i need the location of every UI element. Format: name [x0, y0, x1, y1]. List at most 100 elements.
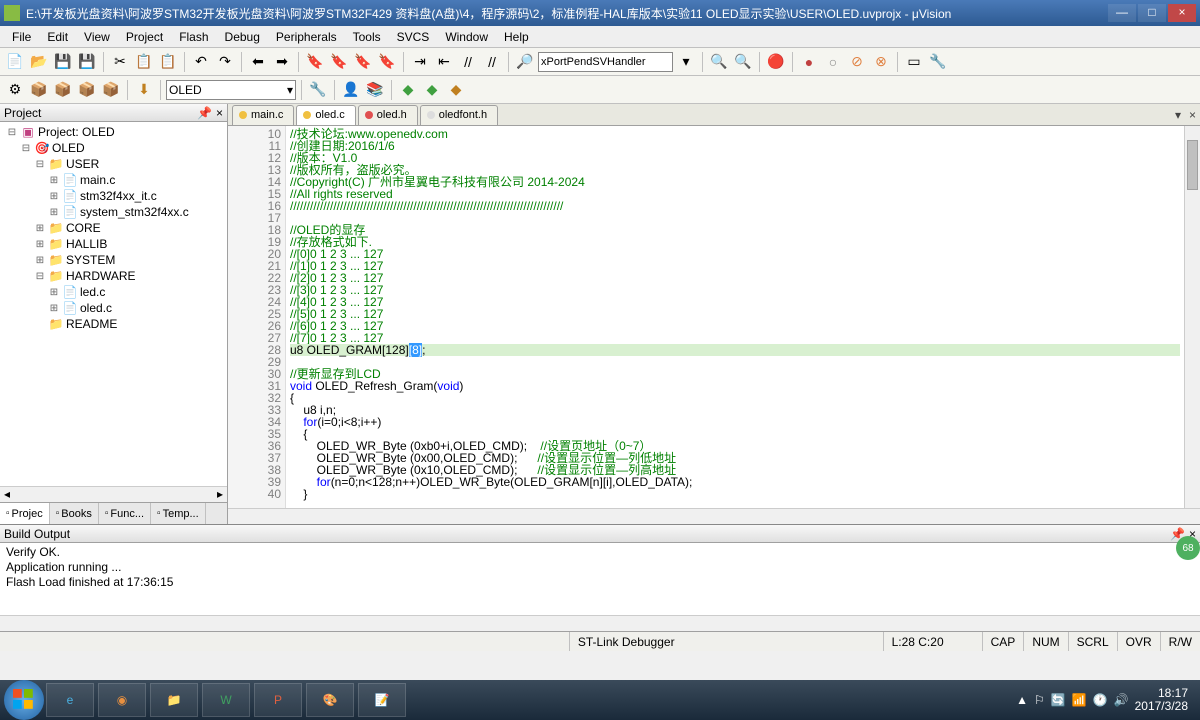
- tree-node[interactable]: ⊞📄system_stm32f4xx.c: [2, 204, 225, 220]
- tree-node[interactable]: ⊟📁HARDWARE: [2, 268, 225, 284]
- bottom-tab[interactable]: ▫Func...: [99, 503, 151, 524]
- tray-clock-icon[interactable]: 🕐: [1093, 693, 1108, 707]
- file-tab[interactable]: oledfont.h: [420, 105, 498, 125]
- menu-svcs[interactable]: SVCS: [389, 28, 438, 46]
- file-tab[interactable]: oled.h: [358, 105, 418, 125]
- bookmark-prev-icon[interactable]: 🔖: [328, 51, 350, 73]
- new-icon[interactable]: 📄: [4, 51, 26, 73]
- build-output-text[interactable]: Verify OK.Application running ...Flash L…: [0, 543, 1200, 615]
- rebuild-icon[interactable]: 📦: [52, 79, 74, 101]
- tree-node[interactable]: ⊞📄oled.c: [2, 300, 225, 316]
- tree-node[interactable]: 📁README: [2, 316, 225, 332]
- menu-project[interactable]: Project: [118, 28, 171, 46]
- translate-icon[interactable]: ⚙: [4, 79, 26, 101]
- taskbar-clock[interactable]: 18:17 2017/3/28: [1135, 687, 1188, 713]
- tree-node[interactable]: ⊞📄stm32f4xx_it.c: [2, 188, 225, 204]
- incremental-find-icon[interactable]: 🔍: [708, 51, 730, 73]
- find-dropdown-icon[interactable]: ▾: [675, 51, 697, 73]
- paste-icon[interactable]: 📋: [157, 51, 179, 73]
- menu-tools[interactable]: Tools: [345, 28, 389, 46]
- vertical-scrollbar[interactable]: [1184, 126, 1200, 508]
- rte2-icon[interactable]: ◆: [445, 79, 467, 101]
- menu-flash[interactable]: Flash: [171, 28, 216, 46]
- pack-installer-icon[interactable]: ◆: [397, 79, 419, 101]
- menu-peripherals[interactable]: Peripherals: [268, 28, 345, 46]
- tray-network-icon[interactable]: 📶: [1072, 693, 1087, 707]
- tree-node[interactable]: ⊞📁CORE: [2, 220, 225, 236]
- tab-close-icon[interactable]: ×: [1185, 108, 1200, 122]
- system-tray[interactable]: ▲ ⚐ 🔄 📶 🕐 🔊 18:17 2017/3/28: [1008, 687, 1196, 713]
- open-icon[interactable]: 📂: [28, 51, 50, 73]
- file-tab[interactable]: main.c: [232, 105, 294, 125]
- start-button[interactable]: [4, 680, 44, 720]
- breakpoint-kill-icon[interactable]: ⊘: [846, 51, 868, 73]
- menu-debug[interactable]: Debug: [217, 28, 268, 46]
- close-button[interactable]: ×: [1168, 4, 1196, 22]
- scroll-left-icon[interactable]: ◂: [0, 487, 14, 502]
- batch-build-icon[interactable]: 📦: [76, 79, 98, 101]
- copy-icon[interactable]: 📋: [133, 51, 155, 73]
- task-wps[interactable]: W: [202, 683, 250, 717]
- tree-node[interactable]: ⊞📁SYSTEM: [2, 252, 225, 268]
- menu-view[interactable]: View: [76, 28, 118, 46]
- build-hscroll[interactable]: [0, 615, 1200, 631]
- download-icon[interactable]: ⬇: [133, 79, 155, 101]
- find-combo[interactable]: [538, 52, 673, 72]
- maximize-button[interactable]: □: [1138, 4, 1166, 22]
- bottom-tab[interactable]: ▫Projec: [0, 503, 50, 524]
- find-icon[interactable]: 🔎: [514, 51, 536, 73]
- stop-build-icon[interactable]: 📦: [100, 79, 122, 101]
- tree-node[interactable]: ⊟🎯OLED: [2, 140, 225, 156]
- tab-dropdown-icon[interactable]: ▾: [1171, 108, 1185, 122]
- tray-volume-icon[interactable]: 🔊: [1114, 693, 1129, 707]
- tree-node[interactable]: ⊟▣Project: OLED: [2, 124, 225, 140]
- panel-close-icon[interactable]: ×: [216, 106, 223, 120]
- save-all-icon[interactable]: 💾: [76, 51, 98, 73]
- file-tab[interactable]: oled.c: [296, 105, 355, 125]
- tree-node[interactable]: ⊞📄main.c: [2, 172, 225, 188]
- assist-badge[interactable]: 68: [1176, 536, 1200, 560]
- rte-icon[interactable]: ◆: [421, 79, 443, 101]
- save-icon[interactable]: 💾: [52, 51, 74, 73]
- nav-fwd-icon[interactable]: ➡: [271, 51, 293, 73]
- redo-icon[interactable]: ↷: [214, 51, 236, 73]
- tree-node[interactable]: ⊟📁USER: [2, 156, 225, 172]
- undo-icon[interactable]: ↶: [190, 51, 212, 73]
- options-icon[interactable]: 🔧: [307, 79, 329, 101]
- tree-node[interactable]: ⊞📁HALLIB: [2, 236, 225, 252]
- bookmark-clear-icon[interactable]: 🔖: [376, 51, 398, 73]
- config-icon[interactable]: 🔧: [927, 51, 949, 73]
- outdent-icon[interactable]: ⇤: [433, 51, 455, 73]
- debug-icon[interactable]: 🔴: [765, 51, 787, 73]
- task-explorer[interactable]: 📁: [150, 683, 198, 717]
- minimize-button[interactable]: —: [1108, 4, 1136, 22]
- find-in-files-icon[interactable]: 🔍: [732, 51, 754, 73]
- target-combo[interactable]: OLED▾: [166, 80, 296, 100]
- task-notepad[interactable]: 📝: [358, 683, 406, 717]
- tray-action-icon[interactable]: ⚐: [1034, 693, 1045, 707]
- tray-sync-icon[interactable]: 🔄: [1051, 693, 1066, 707]
- horizontal-scrollbar[interactable]: [228, 508, 1200, 524]
- indent-icon[interactable]: ⇥: [409, 51, 431, 73]
- manage-icon[interactable]: 👤: [340, 79, 362, 101]
- bottom-tab[interactable]: ▫Temp...: [151, 503, 206, 524]
- breakpoint-kill-all-icon[interactable]: ⊗: [870, 51, 892, 73]
- code-content[interactable]: //技术论坛:www.openedv.com//创建日期:2016/1/6//版…: [286, 126, 1184, 508]
- menu-window[interactable]: Window: [437, 28, 496, 46]
- task-ppt[interactable]: P: [254, 683, 302, 717]
- cut-icon[interactable]: ✂: [109, 51, 131, 73]
- pin-icon[interactable]: 📌: [197, 106, 212, 120]
- task-ie[interactable]: e: [46, 683, 94, 717]
- comment-icon[interactable]: //: [457, 51, 479, 73]
- nav-back-icon[interactable]: ⬅: [247, 51, 269, 73]
- uncomment-icon[interactable]: //: [481, 51, 503, 73]
- build-icon[interactable]: 📦: [28, 79, 50, 101]
- breakpoint-icon[interactable]: ●: [798, 51, 820, 73]
- task-pdf[interactable]: ◉: [98, 683, 146, 717]
- window-icon[interactable]: ▭: [903, 51, 925, 73]
- task-paint[interactable]: 🎨: [306, 683, 354, 717]
- tree-node[interactable]: ⊞📄led.c: [2, 284, 225, 300]
- tray-flag-icon[interactable]: ▲: [1016, 693, 1028, 707]
- project-tree[interactable]: ⊟▣Project: OLED⊟🎯OLED⊟📁USER⊞📄main.c⊞📄stm…: [0, 122, 227, 486]
- breakpoint-disable-icon[interactable]: ○: [822, 51, 844, 73]
